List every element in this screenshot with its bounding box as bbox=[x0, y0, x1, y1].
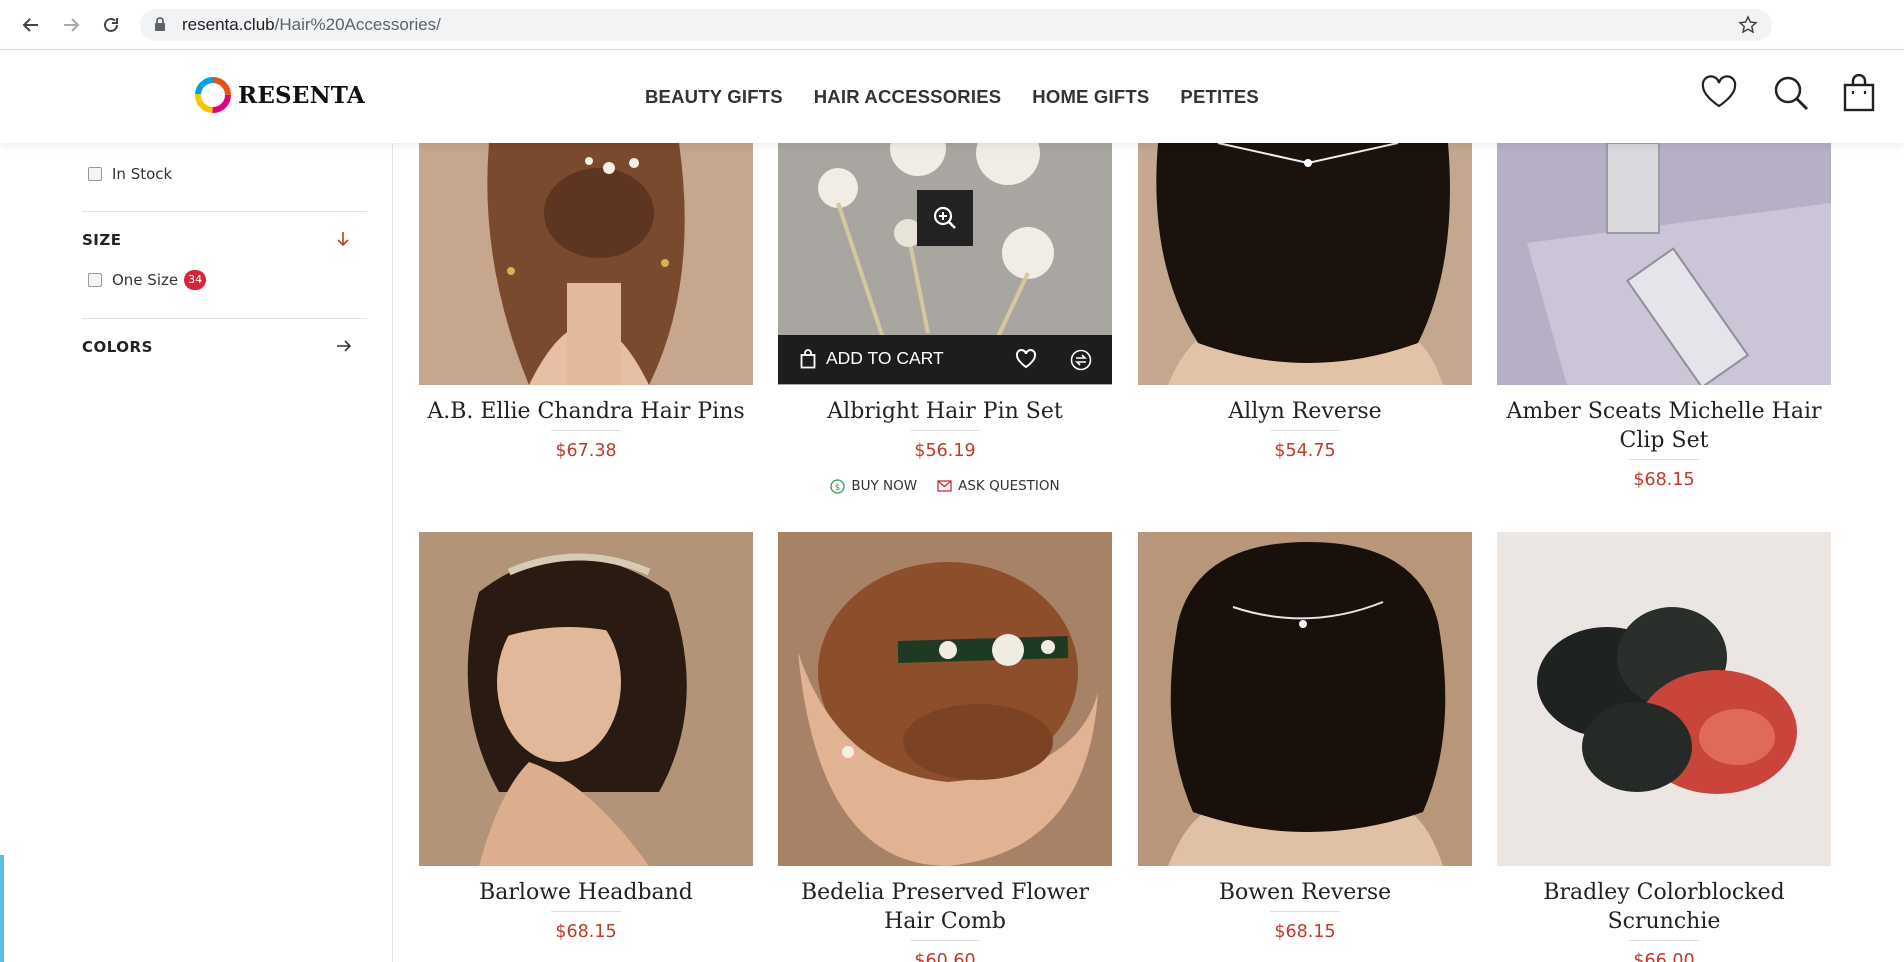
add-to-cart-button[interactable]: ADD TO CART bbox=[800, 348, 944, 369]
product-card[interactable]: Bradley Colorblocked Scrunchie $66.00 bbox=[1497, 532, 1831, 962]
product-title[interactable]: A.B. Ellie Chandra Hair Pins bbox=[419, 397, 753, 426]
compare-icon[interactable] bbox=[1070, 349, 1092, 375]
product-title[interactable]: Albright Hair Pin Set bbox=[778, 397, 1112, 426]
back-icon[interactable] bbox=[18, 12, 44, 38]
product-image[interactable] bbox=[778, 532, 1112, 866]
dollar-circle-icon: $ bbox=[830, 478, 846, 494]
divider bbox=[82, 211, 367, 212]
product-card[interactable]: Bowen Reverse $68.15 bbox=[1138, 532, 1472, 962]
ask-question-label: ASK QUESTION bbox=[958, 478, 1060, 494]
product-title[interactable]: Amber Sceats Michelle Hair Clip Set bbox=[1497, 397, 1831, 455]
product-price: $54.75 bbox=[1274, 441, 1336, 461]
size-filter-heading[interactable]: SIZE bbox=[82, 231, 122, 249]
site-header: RESENTA BEAUTY GIFTS HAIR ACCESSORIES HO… bbox=[0, 50, 1904, 143]
url-text: resenta.club/Hair%20Accessories/ bbox=[182, 15, 441, 35]
product-image[interactable] bbox=[1138, 143, 1472, 385]
product-title[interactable]: Allyn Reverse bbox=[1138, 397, 1472, 426]
product-price: $56.19 bbox=[914, 441, 976, 461]
product-title[interactable]: Bowen Reverse bbox=[1138, 878, 1472, 907]
nav-hair-accessories[interactable]: HAIR ACCESSORIES bbox=[814, 86, 1002, 108]
url-domain: resenta.club bbox=[182, 15, 275, 34]
title-divider bbox=[1629, 940, 1699, 941]
address-bar[interactable]: resenta.club/Hair%20Accessories/ bbox=[140, 9, 1772, 41]
product-price: $67.38 bbox=[555, 441, 617, 461]
product-card[interactable]: ADD TO CART Albright Hair Pin Set $56.19… bbox=[778, 143, 1112, 503]
product-quick-actions: $ BUY NOW ASK QUESTION bbox=[778, 478, 1112, 494]
product-action-bar: ADD TO CART bbox=[778, 335, 1112, 384]
logo-mark-icon bbox=[195, 77, 231, 113]
one-size-label: One Size bbox=[112, 271, 179, 289]
in-stock-checkbox[interactable] bbox=[88, 167, 102, 181]
nav-beauty-gifts[interactable]: BEAUTY GIFTS bbox=[645, 86, 783, 108]
product-image[interactable] bbox=[1138, 532, 1472, 866]
envelope-icon bbox=[937, 480, 952, 492]
ask-question-link[interactable]: ASK QUESTION bbox=[937, 478, 1060, 494]
reload-icon[interactable] bbox=[98, 12, 124, 38]
product-price: $66.00 bbox=[1633, 951, 1695, 962]
product-image[interactable] bbox=[419, 532, 753, 866]
wishlist-heart-icon[interactable] bbox=[1700, 74, 1738, 114]
arrow-down-icon[interactable] bbox=[336, 231, 350, 251]
one-size-checkbox[interactable] bbox=[88, 273, 102, 287]
quick-view-button[interactable] bbox=[917, 190, 973, 246]
add-to-cart-label: ADD TO CART bbox=[826, 348, 944, 368]
title-divider bbox=[551, 430, 621, 431]
filter-one-size[interactable]: One Size 34 bbox=[88, 270, 207, 290]
shopping-bag-icon[interactable] bbox=[1843, 73, 1875, 116]
cart-bag-icon bbox=[800, 348, 816, 368]
title-divider bbox=[551, 911, 621, 912]
product-title[interactable]: Barlowe Headband bbox=[419, 878, 753, 907]
wishlist-heart-icon[interactable] bbox=[1015, 349, 1037, 373]
search-icon[interactable] bbox=[1772, 74, 1810, 116]
product-card[interactable]: Amber Sceats Michelle Hair Clip Set $68.… bbox=[1497, 143, 1831, 490]
title-divider bbox=[1629, 459, 1699, 460]
zoom-in-icon bbox=[933, 206, 956, 229]
arrow-right-icon[interactable] bbox=[336, 338, 352, 358]
browser-toolbar: resenta.club/Hair%20Accessories/ bbox=[0, 0, 1904, 50]
title-divider bbox=[1270, 430, 1340, 431]
title-divider bbox=[910, 940, 980, 941]
filter-in-stock[interactable]: In Stock bbox=[88, 165, 172, 183]
svg-text:$: $ bbox=[835, 483, 841, 493]
product-image[interactable] bbox=[1497, 143, 1831, 385]
filter-sidebar: In Stock SIZE One Size 34 COLORS bbox=[0, 143, 393, 962]
url-path: /Hair%20Accessories/ bbox=[274, 15, 441, 34]
divider bbox=[82, 318, 367, 319]
nav-home-gifts[interactable]: HOME GIFTS bbox=[1032, 86, 1149, 108]
product-price: $60.60 bbox=[914, 951, 976, 962]
product-card[interactable]: Allyn Reverse $54.75 bbox=[1138, 143, 1472, 461]
product-image[interactable] bbox=[419, 143, 753, 385]
main-nav: BEAUTY GIFTS HAIR ACCESSORIES HOME GIFTS… bbox=[645, 86, 1259, 108]
product-image[interactable] bbox=[1497, 532, 1831, 866]
forward-icon[interactable] bbox=[58, 12, 84, 38]
buy-now-label: BUY NOW bbox=[851, 478, 918, 494]
product-price: $68.15 bbox=[1274, 922, 1336, 942]
colors-filter-heading[interactable]: COLORS bbox=[82, 338, 153, 356]
product-price: $68.15 bbox=[1633, 470, 1695, 490]
bookmark-star-icon[interactable] bbox=[1738, 15, 1758, 39]
product-card[interactable]: Barlowe Headband $68.15 bbox=[419, 532, 753, 962]
product-price: $68.15 bbox=[555, 922, 617, 942]
product-title[interactable]: Bedelia Preserved Flower Hair Comb bbox=[778, 878, 1112, 936]
product-card[interactable]: A.B. Ellie Chandra Hair Pins $67.38 bbox=[419, 143, 753, 461]
in-stock-label: In Stock bbox=[112, 165, 173, 183]
nav-petites[interactable]: PETITES bbox=[1180, 86, 1259, 108]
site-logo[interactable]: RESENTA bbox=[193, 75, 365, 115]
side-accent-bar bbox=[0, 855, 4, 962]
size-count-badge: 34 bbox=[184, 270, 207, 290]
buy-now-link[interactable]: $ BUY NOW bbox=[830, 478, 917, 494]
product-image[interactable]: ADD TO CART bbox=[778, 143, 1112, 385]
lock-icon bbox=[154, 17, 166, 36]
title-divider bbox=[1270, 911, 1340, 912]
logo-text: RESENTA bbox=[238, 81, 365, 109]
product-title[interactable]: Bradley Colorblocked Scrunchie bbox=[1497, 878, 1831, 936]
product-card[interactable]: Bedelia Preserved Flower Hair Comb $60.6… bbox=[778, 532, 1112, 962]
title-divider bbox=[910, 430, 980, 431]
